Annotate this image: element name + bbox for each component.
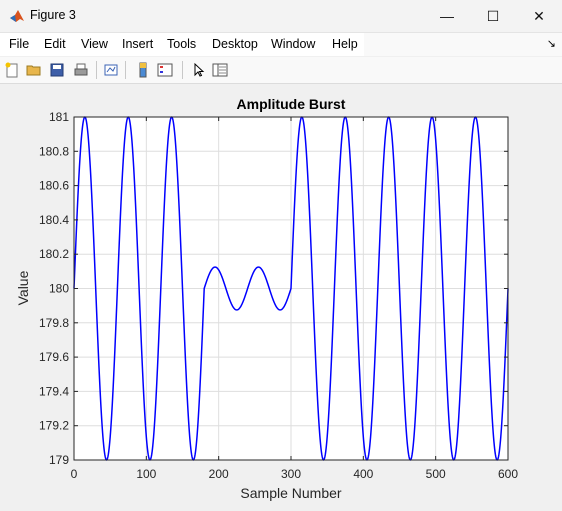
x-tick-label: 500 bbox=[426, 467, 446, 481]
property-inspector-icon bbox=[212, 63, 228, 77]
menu-file[interactable]: File bbox=[9, 37, 29, 51]
y-tick-label: 179 bbox=[49, 453, 69, 467]
link-plot-button[interactable] bbox=[101, 60, 121, 80]
legend-button[interactable] bbox=[155, 60, 175, 80]
close-button[interactable]: ✕ bbox=[516, 0, 562, 32]
colorbar-icon bbox=[139, 62, 147, 78]
y-tick-label: 181 bbox=[49, 110, 69, 124]
menu-desktop[interactable]: Desktop bbox=[212, 37, 258, 51]
menu-insert[interactable]: Insert bbox=[122, 37, 153, 51]
matlab-icon bbox=[10, 10, 24, 22]
y-tick-labels: 179 179.2 179.4 179.6 179.8 180 180.2 180.4 180.… bbox=[39, 110, 69, 467]
toolbar-separator bbox=[182, 61, 183, 79]
chart-title: Amplitude Burst bbox=[237, 96, 346, 112]
maximize-icon: ☐ bbox=[486, 7, 500, 24]
dock-arrow-icon[interactable]: ↘ bbox=[547, 37, 556, 50]
figure-canvas: 0 100 200 300 400 500 600 179 179.2 179.4 179.6 17… bbox=[0, 84, 562, 506]
minimize-icon: — bbox=[440, 8, 454, 24]
save-icon bbox=[50, 63, 64, 77]
toolbar bbox=[0, 57, 562, 84]
x-tick-label: 300 bbox=[281, 467, 301, 481]
new-figure-icon bbox=[5, 62, 18, 78]
menu-bar-items: File Edit View Insert Tools Desktop Wind… bbox=[0, 33, 364, 56]
toolbar-separator bbox=[125, 61, 126, 79]
x-axis-label: Sample Number bbox=[240, 485, 341, 501]
x-tick-labels: 0 100 200 300 400 500 600 bbox=[71, 467, 519, 481]
menu-bar: File Edit View Insert Tools Desktop Wind… bbox=[0, 33, 562, 56]
colorbar-button[interactable] bbox=[133, 60, 153, 80]
menu-edit[interactable]: Edit bbox=[44, 37, 66, 51]
property-inspector-button[interactable] bbox=[210, 60, 230, 80]
x-tick-label: 600 bbox=[498, 467, 518, 481]
y-tick-label: 180.2 bbox=[39, 247, 69, 261]
legend-icon bbox=[157, 63, 173, 77]
menu-view[interactable]: View bbox=[81, 37, 108, 51]
y-axis-label: Value bbox=[15, 270, 31, 305]
menu-tools[interactable]: Tools bbox=[167, 37, 196, 51]
x-tick-label: 100 bbox=[136, 467, 156, 481]
y-tick-label: 180.6 bbox=[39, 179, 69, 193]
y-tick-label: 180.8 bbox=[39, 144, 69, 158]
title-bar: Figure 3 — ☐ ✕ bbox=[0, 0, 562, 33]
menu-help[interactable]: Help bbox=[332, 37, 358, 51]
window-title: Figure 3 bbox=[30, 8, 76, 22]
pointer-button[interactable] bbox=[188, 60, 208, 80]
y-tick-label: 179.6 bbox=[39, 350, 69, 364]
menu-window[interactable]: Window bbox=[271, 37, 315, 51]
save-button[interactable] bbox=[47, 60, 67, 80]
new-figure-button[interactable] bbox=[2, 60, 22, 80]
pointer-icon bbox=[194, 62, 205, 77]
y-tick-label: 179.8 bbox=[39, 316, 69, 330]
line-chart[interactable]: 0 100 200 300 400 500 600 179179.2179.4179.617… bbox=[0, 84, 562, 506]
y-tick-label: 179.4 bbox=[39, 384, 69, 398]
open-file-icon bbox=[26, 65, 41, 76]
maximize-button[interactable]: ☐ bbox=[470, 0, 516, 32]
toolbar-separator bbox=[96, 61, 97, 79]
y-tick-label: 180.4 bbox=[39, 213, 69, 227]
y-tick-label: 179.2 bbox=[39, 419, 69, 433]
x-tick-label: 0 bbox=[71, 467, 78, 481]
x-tick-label: 200 bbox=[209, 467, 229, 481]
print-icon bbox=[74, 63, 88, 76]
link-plot-icon bbox=[104, 64, 118, 76]
minimize-button[interactable]: — bbox=[424, 0, 470, 32]
open-file-button[interactable] bbox=[24, 60, 44, 80]
x-tick-label: 400 bbox=[353, 467, 373, 481]
close-icon: ✕ bbox=[533, 7, 545, 24]
print-button[interactable] bbox=[71, 60, 91, 80]
y-tick-label: 180 bbox=[49, 282, 69, 296]
